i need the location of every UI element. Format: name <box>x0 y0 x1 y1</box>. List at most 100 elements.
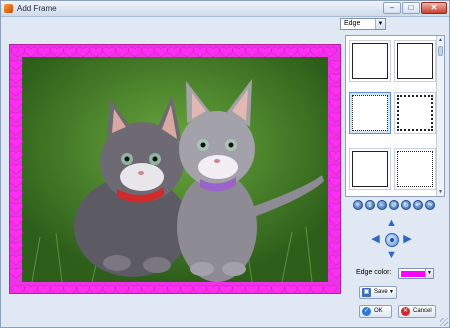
heart-shape <box>115 284 129 293</box>
arrow-down-icon[interactable]: ▼ <box>385 249 398 262</box>
edge-color-swatch <box>401 271 425 277</box>
heart-shape <box>10 176 23 188</box>
pin-icon[interactable]: ↧ <box>365 200 375 210</box>
scroll-down-icon[interactable]: ▼ <box>437 188 444 196</box>
heart-shape <box>24 284 38 293</box>
heart-shape <box>310 284 324 293</box>
heart-shape <box>329 241 340 253</box>
frame-thumbnail[interactable] <box>349 148 391 190</box>
heart-shape <box>37 284 51 293</box>
frame-thumbnail[interactable] <box>394 92 436 134</box>
heart-shape <box>284 46 298 58</box>
heart-shape <box>63 46 77 58</box>
heart-shape <box>232 46 246 58</box>
heart-shape <box>10 59 23 71</box>
center-icon[interactable] <box>385 233 399 247</box>
arrow-left-icon[interactable]: ◀ <box>369 233 382 246</box>
heart-shape <box>323 284 337 293</box>
heart-shape <box>10 241 23 253</box>
heart-shape <box>10 150 23 162</box>
heart-shape <box>10 228 23 240</box>
heart-shape <box>128 284 142 293</box>
heart-shape <box>89 46 103 58</box>
heart-shape <box>10 254 23 266</box>
heart-shape <box>245 46 259 58</box>
frame-thumbnail-selected[interactable] <box>349 92 391 134</box>
resize-grip[interactable] <box>440 318 448 326</box>
heart-shape <box>258 46 272 58</box>
chevron-down-icon: ▼ <box>425 269 433 278</box>
frame-thumbnail-list[interactable]: ▲ ▼ <box>345 35 445 197</box>
heart-shape <box>329 59 340 71</box>
edge-color-picker[interactable]: ▼ <box>398 268 434 279</box>
heart-shape <box>10 215 23 227</box>
scroll-up-icon[interactable]: ▲ <box>437 36 444 44</box>
heart-shape <box>329 85 340 97</box>
save-icon: ▣ <box>362 288 371 297</box>
heart-shape <box>102 46 116 58</box>
heart-shape <box>24 46 38 58</box>
heart-shape <box>37 46 51 58</box>
arrow-up-icon[interactable]: ▲ <box>385 217 398 230</box>
heart-shape <box>271 284 285 293</box>
heart-shape <box>329 215 340 227</box>
heart-shape <box>180 46 194 58</box>
heart-shape <box>115 46 129 58</box>
window-title: Add Frame <box>17 4 57 13</box>
chevron-down-icon: ▼ <box>375 19 385 29</box>
zoom-out-icon[interactable]: − <box>377 200 387 210</box>
frame-thumbnail[interactable] <box>394 148 436 190</box>
move-pad: ▲ ◀ ▶ ▼ <box>369 217 415 263</box>
frame-thumbnail[interactable] <box>349 40 391 82</box>
maximize-icon[interactable]: □ <box>402 2 420 14</box>
zoom-in-icon[interactable]: + <box>353 200 363 210</box>
heart-shape <box>180 284 194 293</box>
heart-shape <box>245 284 259 293</box>
thumbnail-scrollbar[interactable]: ▲ ▼ <box>436 36 444 196</box>
heart-shape <box>297 46 311 58</box>
redo-icon[interactable]: ↷ <box>425 200 435 210</box>
heart-shape <box>50 46 64 58</box>
heart-shape <box>102 284 116 293</box>
heart-shape <box>193 284 207 293</box>
heart-shape <box>329 189 340 201</box>
rotate-right-icon[interactable]: ↻ <box>401 200 411 210</box>
heart-shape <box>206 284 220 293</box>
heart-shape <box>323 46 337 58</box>
heart-shape <box>193 46 207 58</box>
edge-style-select[interactable]: Edge ▼ <box>340 18 386 30</box>
heart-shape <box>329 124 340 136</box>
heart-shape <box>141 46 155 58</box>
cancel-button[interactable]: ✕ Cancel <box>398 305 436 318</box>
rotate-left-icon[interactable]: ↺ <box>389 200 399 210</box>
heart-shape <box>329 176 340 188</box>
heart-shape <box>76 46 90 58</box>
close-icon[interactable]: ✕ <box>421 2 447 14</box>
save-button[interactable]: ▣ Save ▼ <box>359 286 397 299</box>
heart-shape <box>329 111 340 123</box>
add-frame-window: Add Frame – □ ✕ Edge ▼ ▲ ▼ + ↧ − ↺ ↻ ↶ ↷… <box>0 0 450 328</box>
arrow-right-icon[interactable]: ▶ <box>401 233 414 246</box>
heart-shape <box>10 202 23 214</box>
undo-icon[interactable]: ↶ <box>413 200 423 210</box>
minimize-icon[interactable]: – <box>383 2 401 14</box>
frame-thumbnail[interactable] <box>394 40 436 82</box>
heart-shape <box>154 46 168 58</box>
heart-shape <box>329 254 340 266</box>
heart-shape <box>329 137 340 149</box>
ok-button[interactable]: ✓ OK <box>359 305 392 318</box>
heart-shape <box>310 46 324 58</box>
heart-shape <box>232 284 246 293</box>
title-bar: Add Frame – □ ✕ <box>1 1 449 17</box>
scroll-thumb[interactable] <box>438 46 443 56</box>
heart-shape <box>10 111 23 123</box>
heart-shape <box>10 267 23 279</box>
heart-shape <box>219 46 233 58</box>
heart-shape <box>11 46 25 58</box>
frame-preview <box>9 44 341 294</box>
tool-row: + ↧ − ↺ ↻ ↶ ↷ <box>353 200 435 212</box>
heart-shape <box>206 46 220 58</box>
heart-shape <box>89 284 103 293</box>
heart-shape <box>258 284 272 293</box>
heart-shape <box>329 98 340 110</box>
